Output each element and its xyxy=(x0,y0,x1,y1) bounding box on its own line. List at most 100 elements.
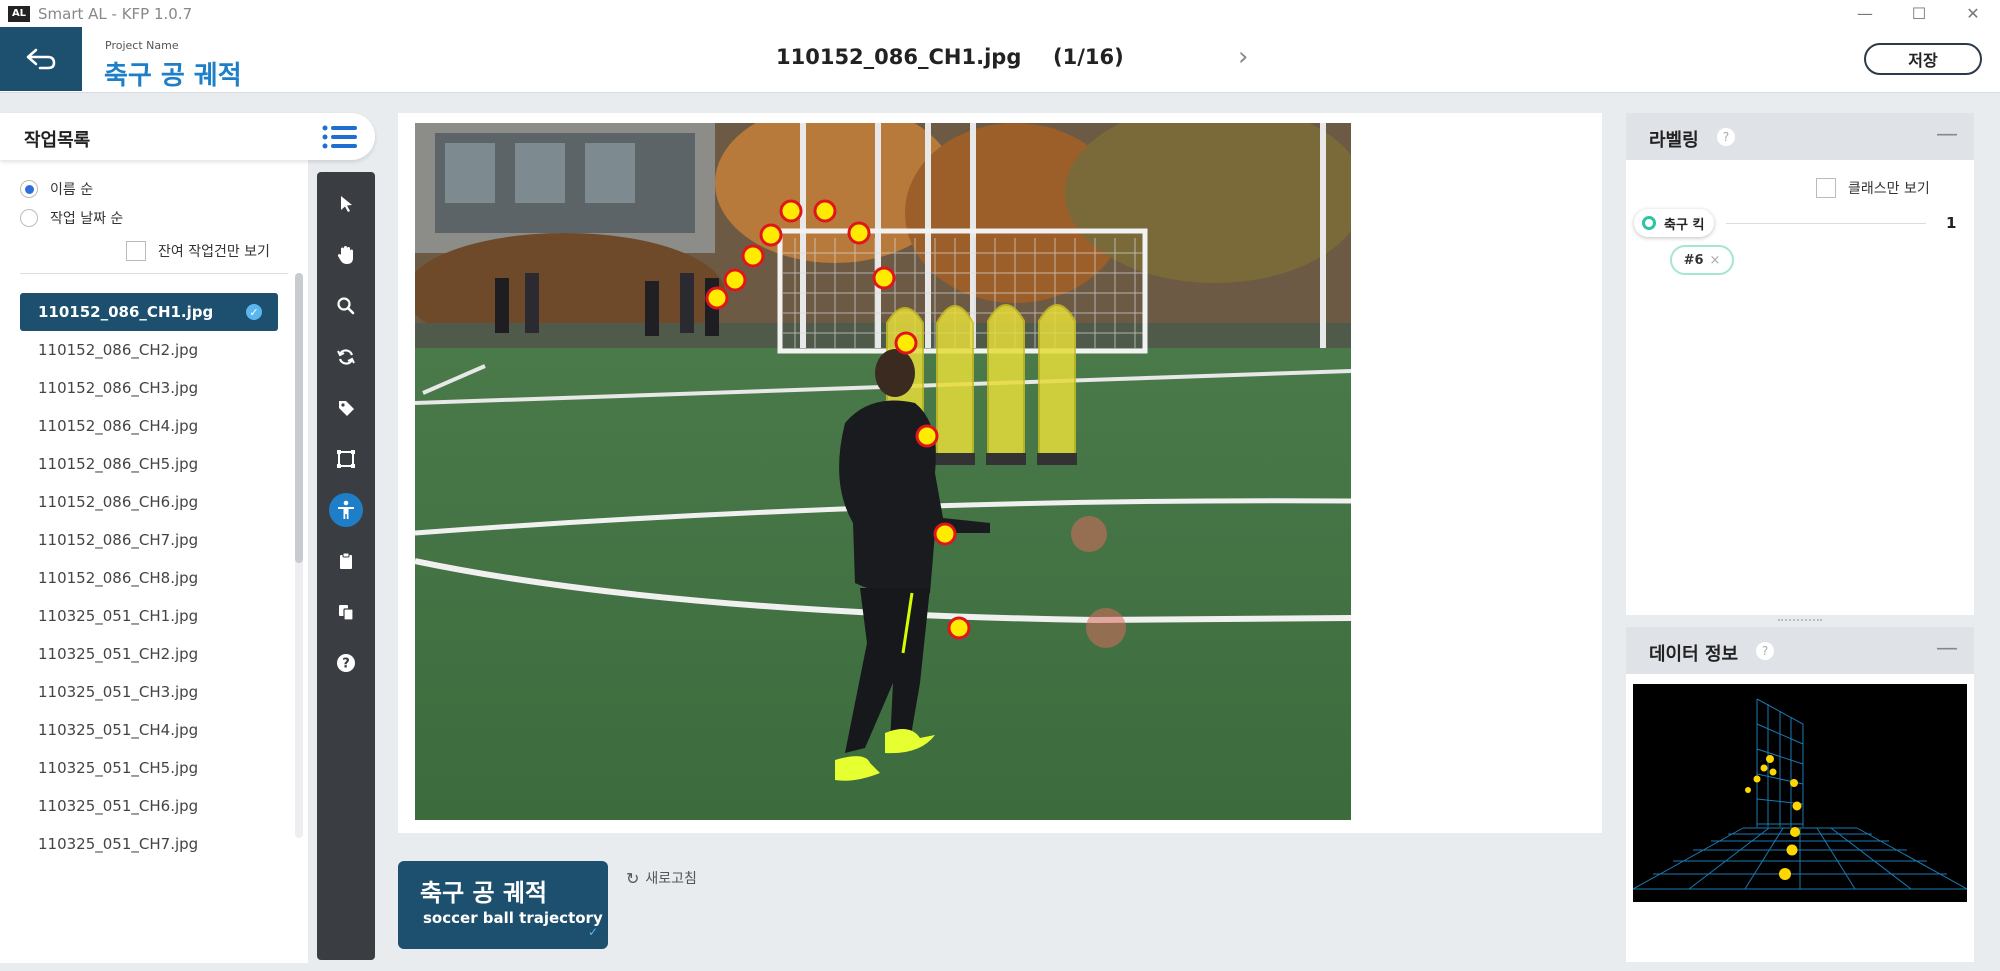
reset-tool[interactable] xyxy=(329,340,363,374)
file-list-item[interactable]: 110325_051_CH5.jpg xyxy=(20,749,278,787)
file-list-item[interactable]: 110325_051_CH6.jpg xyxy=(20,787,278,825)
tag-icon xyxy=(339,401,354,416)
window-title: Smart AL - KFP 1.0.7 xyxy=(38,4,193,23)
file-list-item[interactable]: 110152_086_CH1.jpg ✓ xyxy=(20,293,278,331)
file-name: 110325_051_CH8.jpg xyxy=(38,873,198,875)
file-list-item[interactable]: 110325_051_CH7.jpg xyxy=(20,825,278,863)
file-list-item[interactable]: 110152_086_CH4.jpg xyxy=(20,407,278,445)
data-info-header: 데이터 정보 ? — xyxy=(1626,627,1974,674)
app-logo: AL xyxy=(8,5,30,22)
file-name: 110325_051_CH7.jpg xyxy=(38,835,199,853)
file-counter: (1/16) xyxy=(1053,45,1124,69)
bounding-box-tool[interactable] xyxy=(329,442,363,476)
trajectory-keypoint[interactable] xyxy=(872,266,896,290)
select-icon xyxy=(341,196,352,212)
help-tool[interactable]: ? xyxy=(329,646,363,680)
instance-tag[interactable]: #6 × xyxy=(1670,245,1734,275)
tag-tool[interactable] xyxy=(329,391,363,425)
trajectory-keypoint[interactable] xyxy=(779,199,803,223)
svg-text:?: ? xyxy=(342,657,350,672)
app-header: Project Name 축구 공 궤적 110152_086_CH1.jpg … xyxy=(0,27,2000,93)
file-list-item[interactable]: 110325_051_CH3.jpg xyxy=(20,673,278,711)
help-icon[interactable]: ? xyxy=(1756,642,1774,660)
file-name: 110152_086_CH5.jpg xyxy=(38,455,199,473)
file-name: 110325_051_CH2.jpg xyxy=(38,645,199,663)
trajectory-3d-view[interactable] xyxy=(1633,684,1967,902)
file-list-item[interactable]: 110325_051_CH8.jpg xyxy=(20,863,278,875)
file-list-item[interactable]: 110325_051_CH4.jpg xyxy=(20,711,278,749)
trajectory-keypoint[interactable] xyxy=(705,286,729,310)
trajectory-keypoint[interactable] xyxy=(947,616,971,640)
divider xyxy=(20,273,288,274)
instance-tag-label: #6 xyxy=(1683,252,1704,268)
file-list-item[interactable]: 110152_086_CH5.jpg xyxy=(20,445,278,483)
back-button[interactable] xyxy=(0,27,82,91)
clipboard-icon xyxy=(340,552,352,569)
class-only-checkbox[interactable] xyxy=(1816,178,1836,198)
remaining-only-checkbox[interactable] xyxy=(126,241,146,261)
trajectory-keypoint[interactable] xyxy=(847,221,871,245)
file-list-item[interactable]: 110325_051_CH2.jpg xyxy=(20,635,278,673)
file-list-item[interactable]: 110152_086_CH2.jpg xyxy=(20,331,278,369)
check-icon: ✓ xyxy=(587,925,598,939)
active-class-card[interactable]: 축구 공 궤적 soccer ball trajectory ✓ xyxy=(398,861,608,949)
window-controls: — ☐ ✕ xyxy=(1838,0,2000,27)
trajectory-keypoint[interactable] xyxy=(759,223,783,247)
class-color-dot xyxy=(1642,216,1656,230)
sort-by-name-option[interactable]: 이름 순 xyxy=(20,179,93,199)
scrollbar-thumb[interactable] xyxy=(295,273,303,563)
help-icon[interactable]: ? xyxy=(1717,128,1735,146)
list-toggle-icon[interactable] xyxy=(320,123,360,151)
maximize-icon[interactable]: ☐ xyxy=(1892,0,1946,27)
class-card-subtitle: soccer ball trajectory xyxy=(423,909,603,927)
bounding-box-icon xyxy=(337,450,355,468)
project-name: 축구 공 궤적 xyxy=(104,61,242,91)
keypoint-tool[interactable] xyxy=(329,493,363,527)
sort-by-date-label: 작업 날짜 순 xyxy=(50,211,124,227)
next-file-icon[interactable]: › xyxy=(1238,42,1248,72)
file-name: 110152_086_CH2.jpg xyxy=(38,341,199,359)
class-only-label: 클래스만 보기 xyxy=(1848,181,1930,197)
radio-selected[interactable] xyxy=(20,180,38,198)
class-item[interactable]: 축구 킥 xyxy=(1634,209,1715,237)
pan-tool[interactable] xyxy=(329,238,363,272)
sort-by-date-option[interactable]: 작업 날짜 순 xyxy=(20,208,123,228)
trajectory-keypoint[interactable] xyxy=(933,522,957,546)
copy-tool[interactable] xyxy=(329,595,363,629)
trajectory-keypoint[interactable] xyxy=(723,268,747,292)
minimize-icon[interactable]: — xyxy=(1838,0,1892,27)
remove-tag-icon[interactable]: × xyxy=(1710,253,1721,268)
file-list-scrollbar[interactable] xyxy=(295,273,303,838)
collapse-icon[interactable]: — xyxy=(1936,122,1958,147)
clipboard-tool[interactable] xyxy=(329,544,363,578)
copy-icon xyxy=(339,605,354,621)
refresh-icon xyxy=(337,349,355,365)
file-name: 110152_086_CH8.jpg xyxy=(38,569,199,587)
collapse-icon[interactable]: — xyxy=(1936,636,1958,661)
refresh-label: 새로고침 xyxy=(645,871,697,887)
trajectory-keypoint[interactable] xyxy=(741,244,765,268)
data-info-panel: 데이터 정보 ? — xyxy=(1626,627,1974,962)
annotation-canvas[interactable] xyxy=(415,123,1351,820)
file-list-item[interactable]: 110152_086_CH6.jpg xyxy=(20,483,278,521)
trajectory-3d-plot xyxy=(1633,698,1967,890)
task-list-title: 작업목록 xyxy=(24,130,91,151)
close-icon[interactable]: ✕ xyxy=(1946,0,2000,27)
refresh-button[interactable]: ↻ 새로고침 xyxy=(626,868,697,888)
class-only-toggle[interactable]: 클래스만 보기 xyxy=(1816,178,1930,198)
trajectory-keypoint[interactable] xyxy=(894,331,918,355)
select-tool[interactable] xyxy=(329,187,363,221)
save-button[interactable]: 저장 xyxy=(1864,43,1982,75)
file-list-item[interactable]: 110152_086_CH8.jpg xyxy=(20,559,278,597)
trajectory-keypoint[interactable] xyxy=(813,199,837,223)
panel-resize-handle[interactable] xyxy=(1778,619,1822,623)
file-list-item[interactable]: 110152_086_CH7.jpg xyxy=(20,521,278,559)
radio-unselected[interactable] xyxy=(20,209,38,227)
file-list-item[interactable]: 110325_051_CH1.jpg xyxy=(20,597,278,635)
trajectory-keypoint[interactable] xyxy=(915,424,939,448)
refresh-icon: ↻ xyxy=(626,868,640,888)
remaining-only-toggle[interactable]: 잔여 작업건만 보기 xyxy=(126,241,270,261)
file-list-item[interactable]: 110152_086_CH3.jpg xyxy=(20,369,278,407)
hand-icon xyxy=(337,246,353,264)
zoom-tool[interactable] xyxy=(329,289,363,323)
